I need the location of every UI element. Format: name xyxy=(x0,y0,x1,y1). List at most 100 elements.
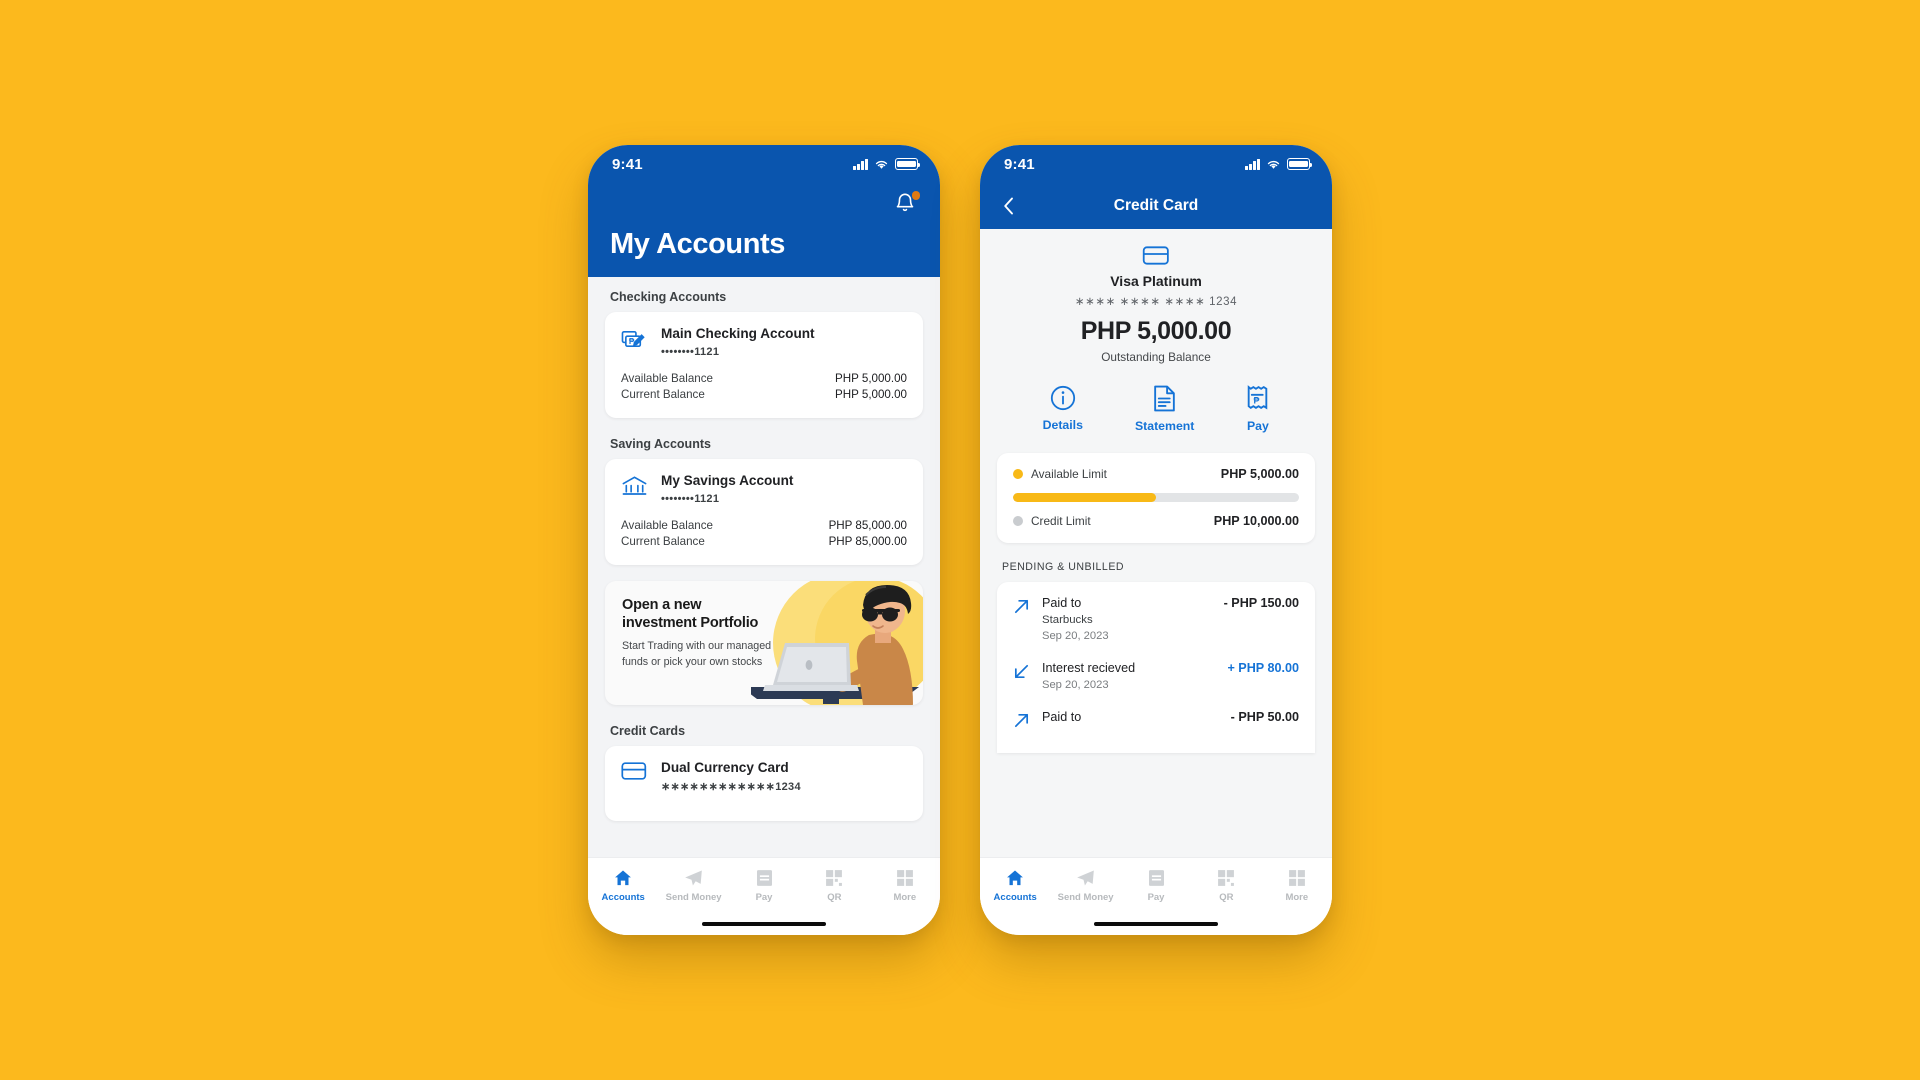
balance-rows: Available Balance PHP 5,000.00 Current B… xyxy=(621,371,907,403)
status-bar-icons xyxy=(853,158,921,170)
status-bar-left: 9:41 xyxy=(588,145,940,183)
promo-heading: Open a new investment Portfolio xyxy=(622,596,759,632)
section-label-credit-cards: Credit Cards xyxy=(610,723,686,738)
outstanding-amount: PHP 5,000.00 xyxy=(1080,317,1232,345)
grid-icon xyxy=(1288,870,1305,886)
paper-plane-icon xyxy=(685,870,702,886)
tab-label: Send Money xyxy=(665,892,722,903)
account-number: ••••••••1121 xyxy=(661,345,720,358)
balance-value: PHP 85,000.00 xyxy=(828,519,907,533)
back-chevron-icon[interactable] xyxy=(998,195,1020,217)
paper-plane-icon xyxy=(1077,870,1094,886)
tab-qr[interactable]: QR xyxy=(1191,868,1261,903)
credit-limit-label: Credit Limit xyxy=(1031,514,1091,528)
wifi-icon xyxy=(1267,160,1280,169)
qr-code-icon xyxy=(826,870,843,886)
cheque-edit-icon: ₱ xyxy=(621,327,649,357)
tab-pay[interactable]: Pay xyxy=(729,868,799,903)
receipt-peso-icon: ₱ xyxy=(1248,385,1268,410)
header-actions xyxy=(610,187,920,221)
action-label: Details xyxy=(1042,418,1083,432)
credit-card-icon xyxy=(980,245,1332,266)
balance-row: Current Balance PHP 85,000.00 xyxy=(621,534,907,550)
transaction-amount: - PHP 150.00 xyxy=(1223,596,1299,610)
account-number: ∗∗∗∗∗∗∗∗∗∗∗∗1234 xyxy=(661,780,801,793)
battery-icon xyxy=(895,158,921,170)
tab-qr[interactable]: QR xyxy=(799,868,869,903)
available-limit-dot xyxy=(1013,469,1023,479)
card-masked-number: ∗∗∗∗ ∗∗∗∗ ∗∗∗∗ 1234 xyxy=(1074,296,1238,308)
credit-limit-left: Credit Limit xyxy=(1013,514,1091,528)
balance-label: Current Balance xyxy=(621,388,705,402)
tab-more[interactable]: More xyxy=(870,868,940,903)
credit-card-hero: Visa Platinum ∗∗∗∗ ∗∗∗∗ ∗∗∗∗ 1234 PHP 5,… xyxy=(980,229,1332,368)
available-limit-left: Available Limit xyxy=(1013,467,1107,481)
grid-icon xyxy=(896,870,913,886)
document-icon xyxy=(1154,385,1175,412)
credit-limit-row: Credit Limit PHP 10,000.00 xyxy=(1013,514,1299,528)
credit-card-scroll-area[interactable]: Visa Platinum ∗∗∗∗ ∗∗∗∗ ∗∗∗∗ 1234 PHP 5,… xyxy=(980,229,1332,857)
status-bar-time: 9:41 xyxy=(612,155,643,173)
account-header: Dual Currency Card ∗∗∗∗∗∗∗∗∗∗∗∗1234 xyxy=(621,760,907,793)
bill-peso-icon xyxy=(1148,870,1164,886)
transaction-row[interactable]: Paid to - PHP 50.00 xyxy=(1013,710,1299,753)
arrow-in-icon xyxy=(1013,663,1031,691)
accounts-scroll-area[interactable]: Checking Accounts ₱ Main Checking Accoun… xyxy=(588,276,940,857)
section-label-checking: Checking Accounts xyxy=(610,289,727,304)
notification-bell-icon[interactable] xyxy=(894,191,920,216)
tab-send-money[interactable]: Send Money xyxy=(1050,868,1120,903)
info-circle-icon xyxy=(1050,385,1075,411)
balance-value: PHP 85,000.00 xyxy=(828,535,907,549)
status-bar-right: 9:41 xyxy=(980,145,1332,183)
statement-button[interactable]: Statement xyxy=(1135,385,1194,433)
transaction-title: Interest recieved xyxy=(1042,661,1136,675)
bottom-tabbar-left: Accounts Send Money Pay QR More xyxy=(588,857,940,913)
home-indicator-left xyxy=(588,913,940,935)
pending-section-label: PENDING & UNBILLED xyxy=(1002,561,1125,573)
tab-accounts[interactable]: Accounts xyxy=(980,868,1050,903)
credit-limit-value: PHP 10,000.00 xyxy=(1213,514,1299,528)
tab-label: QR xyxy=(1219,892,1234,903)
credit-limit-dot xyxy=(1013,516,1023,526)
tab-more[interactable]: More xyxy=(1262,868,1332,903)
account-card-checking[interactable]: ₱ Main Checking Account ••••••••1121 Ava… xyxy=(605,311,923,418)
promo-text: Open a new investment Portfolio Start Tr… xyxy=(605,581,775,671)
tab-label: Send Money xyxy=(1057,892,1114,903)
pay-button[interactable]: ₱ Pay xyxy=(1246,385,1269,433)
account-number: ••••••••1121 xyxy=(661,492,720,505)
account-card-credit[interactable]: Dual Currency Card ∗∗∗∗∗∗∗∗∗∗∗∗1234 xyxy=(605,745,923,821)
credit-card-header: Credit Card xyxy=(980,183,1332,229)
outstanding-label: Outstanding Balance xyxy=(1101,350,1211,364)
balance-label: Current Balance xyxy=(621,535,705,549)
transaction-title: Paid to xyxy=(1042,596,1082,610)
transaction-row[interactable]: Paid to - PHP 150.00 Starbucks Sep 20, 2… xyxy=(1013,596,1299,661)
svg-text:₱: ₱ xyxy=(1254,395,1260,405)
details-button[interactable]: Details xyxy=(1043,385,1083,433)
person-at-laptop-illustration xyxy=(751,580,923,705)
balance-value: PHP 5,000.00 xyxy=(835,388,907,402)
account-card-savings[interactable]: My Savings Account ••••••••1121 Availabl… xyxy=(605,458,923,565)
investment-promo-banner[interactable]: Open a new investment Portfolio Start Tr… xyxy=(605,580,923,705)
transaction-row[interactable]: Interest recieved + PHP 80.00 Sep 20, 20… xyxy=(1013,661,1299,710)
section-label-savings: Saving Accounts xyxy=(610,436,711,451)
transactions-list: Paid to - PHP 150.00 Starbucks Sep 20, 2… xyxy=(997,582,1315,753)
promo-body: Start Trading with our managed funds or … xyxy=(622,640,772,668)
tab-send-money[interactable]: Send Money xyxy=(658,868,728,903)
page-title: My Accounts xyxy=(610,228,785,260)
tab-label: Pay xyxy=(1147,892,1165,903)
tab-accounts[interactable]: Accounts xyxy=(588,868,658,903)
tab-label: More xyxy=(1285,892,1309,903)
tab-pay[interactable]: Pay xyxy=(1121,868,1191,903)
status-bar-time: 9:41 xyxy=(1004,155,1035,173)
transaction-body: Paid to - PHP 50.00 xyxy=(1042,710,1299,734)
balance-row: Current Balance PHP 5,000.00 xyxy=(621,387,907,403)
balance-label: Available Balance xyxy=(621,372,713,386)
cellular-signal-icon xyxy=(853,158,868,170)
action-label: Statement xyxy=(1134,419,1195,433)
bottom-tabbar-right: Accounts Send Money Pay QR More xyxy=(980,857,1332,913)
status-bar-icons xyxy=(1245,158,1313,170)
transaction-body: Paid to - PHP 150.00 Starbucks Sep 20, 2… xyxy=(1042,596,1299,642)
card-name: Visa Platinum xyxy=(1110,273,1202,289)
available-limit-label: Available Limit xyxy=(1031,467,1107,481)
qr-code-icon xyxy=(1218,870,1235,886)
